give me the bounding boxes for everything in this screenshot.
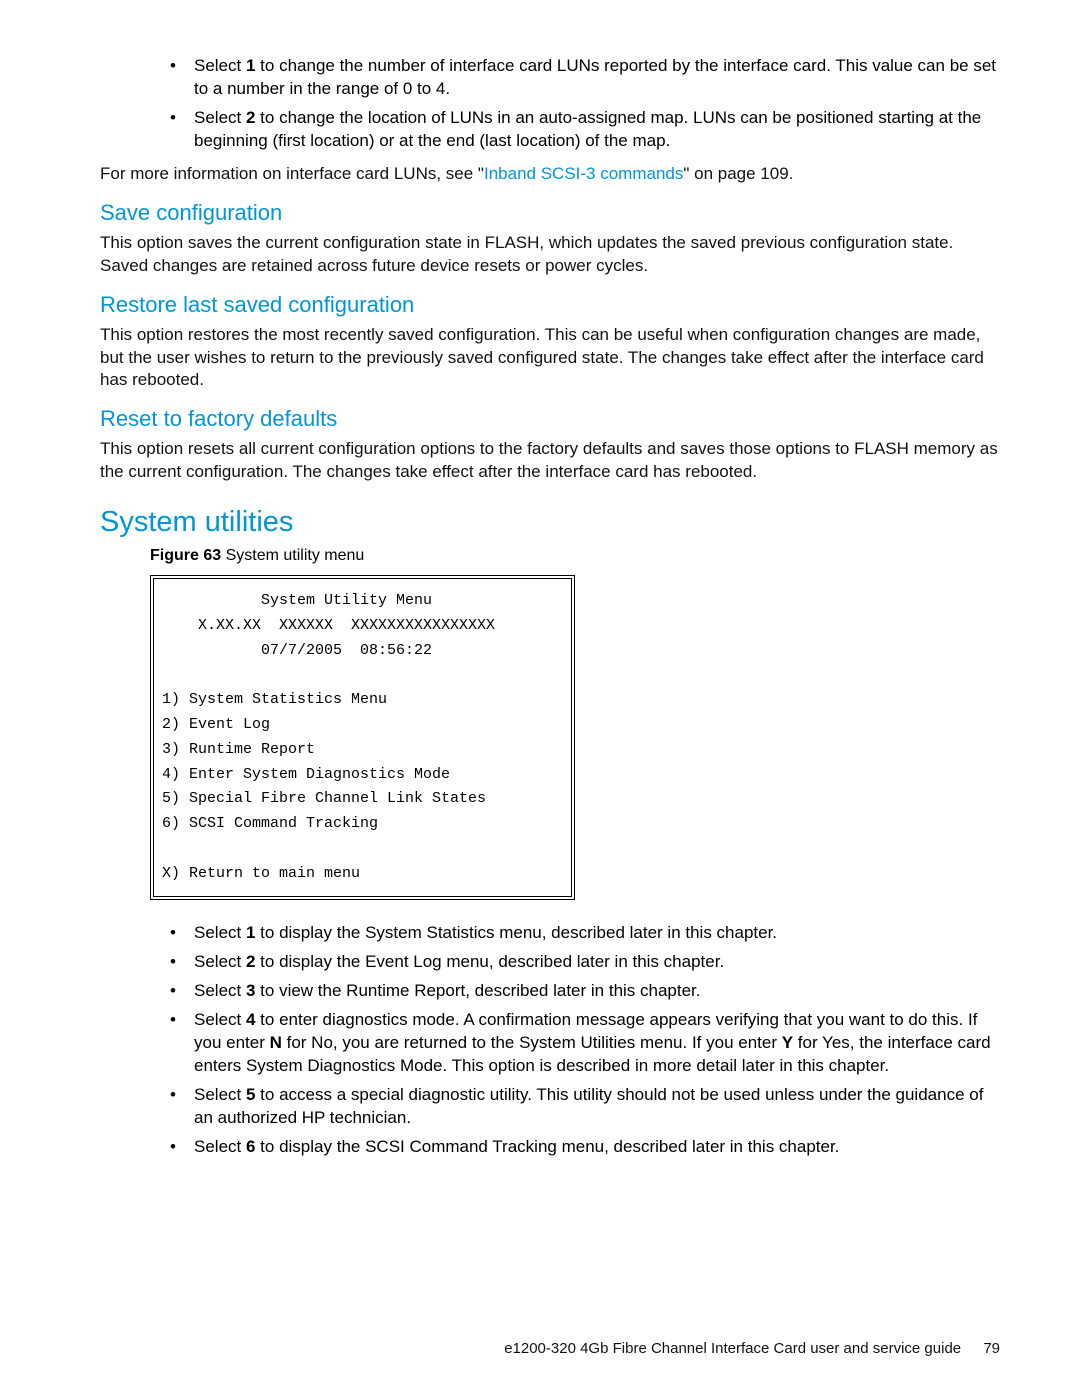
system-utility-menu-box: System Utility Menu X.XX.XX XXXXXX XXXXX… (150, 575, 575, 900)
text: to display the Event Log menu, described… (255, 952, 724, 971)
figure-label-text: System utility menu (221, 547, 364, 564)
xref-link-inband-scsi3[interactable]: Inband SCSI-3 commands (484, 164, 683, 183)
figure-caption: Figure 63 System utility menu (150, 547, 1000, 565)
restore-text: This option restores the most recently s… (100, 324, 1000, 393)
text: to change the number of interface card L… (194, 56, 996, 98)
text: Select (194, 1010, 246, 1029)
text: Select (194, 952, 246, 971)
text: Select (194, 108, 246, 127)
figure-label-number: Figure 63 (150, 547, 221, 564)
text: Select (194, 1137, 246, 1156)
bold-text: Y (782, 1033, 793, 1052)
system-utility-menu-content: System Utility Menu X.XX.XX XXXXXX XXXXX… (153, 578, 572, 897)
text: to display the SCSI Command Tracking men… (255, 1137, 839, 1156)
page-number: 79 (983, 1340, 1000, 1357)
list-item: Select 3 to view the Runtime Report, des… (164, 980, 1000, 1003)
footer-text: e1200-320 4Gb Fibre Channel Interface Ca… (504, 1340, 961, 1357)
save-config-text: This option saves the current configurat… (100, 232, 1000, 278)
list-item: Select 1 to display the System Statistic… (164, 922, 1000, 945)
heading-system-utilities: System utilities (100, 506, 1000, 539)
bottom-bullet-list: Select 1 to display the System Statistic… (164, 922, 1000, 1158)
list-item: Select 1 to change the number of interfa… (164, 55, 1000, 101)
heading-save-configuration: Save configuration (100, 200, 1000, 226)
text: to display the System Statistics menu, d… (255, 923, 777, 942)
text: to change the location of LUNs in an aut… (194, 108, 981, 150)
list-item: Select 2 to change the location of LUNs … (164, 107, 1000, 153)
list-item: Select 5 to access a special diagnostic … (164, 1084, 1000, 1130)
text: to access a special diagnostic utility. … (194, 1085, 983, 1127)
text: Select (194, 981, 246, 1000)
reset-text: This option resets all current configura… (100, 438, 1000, 484)
text: Select (194, 56, 246, 75)
more-info-paragraph: For more information on interface card L… (100, 163, 1000, 186)
text: For more information on interface card L… (100, 164, 484, 183)
list-item: Select 6 to display the SCSI Command Tra… (164, 1136, 1000, 1159)
list-item: Select 4 to enter diagnostics mode. A co… (164, 1009, 1000, 1078)
page: Select 1 to change the number of interfa… (0, 0, 1080, 1397)
page-footer: e1200-320 4Gb Fibre Channel Interface Ca… (504, 1340, 1000, 1357)
heading-reset-factory-defaults: Reset to factory defaults (100, 406, 1000, 432)
top-bullet-list: Select 1 to change the number of interfa… (164, 55, 1000, 153)
list-item: Select 2 to display the Event Log menu, … (164, 951, 1000, 974)
text: to view the Runtime Report, described la… (255, 981, 700, 1000)
text: " on page 109. (683, 164, 793, 183)
text: Select (194, 923, 246, 942)
heading-restore-last-saved: Restore last saved configuration (100, 292, 1000, 318)
bold-text: N (270, 1033, 282, 1052)
text: for No, you are returned to the System U… (282, 1033, 782, 1052)
text: Select (194, 1085, 246, 1104)
